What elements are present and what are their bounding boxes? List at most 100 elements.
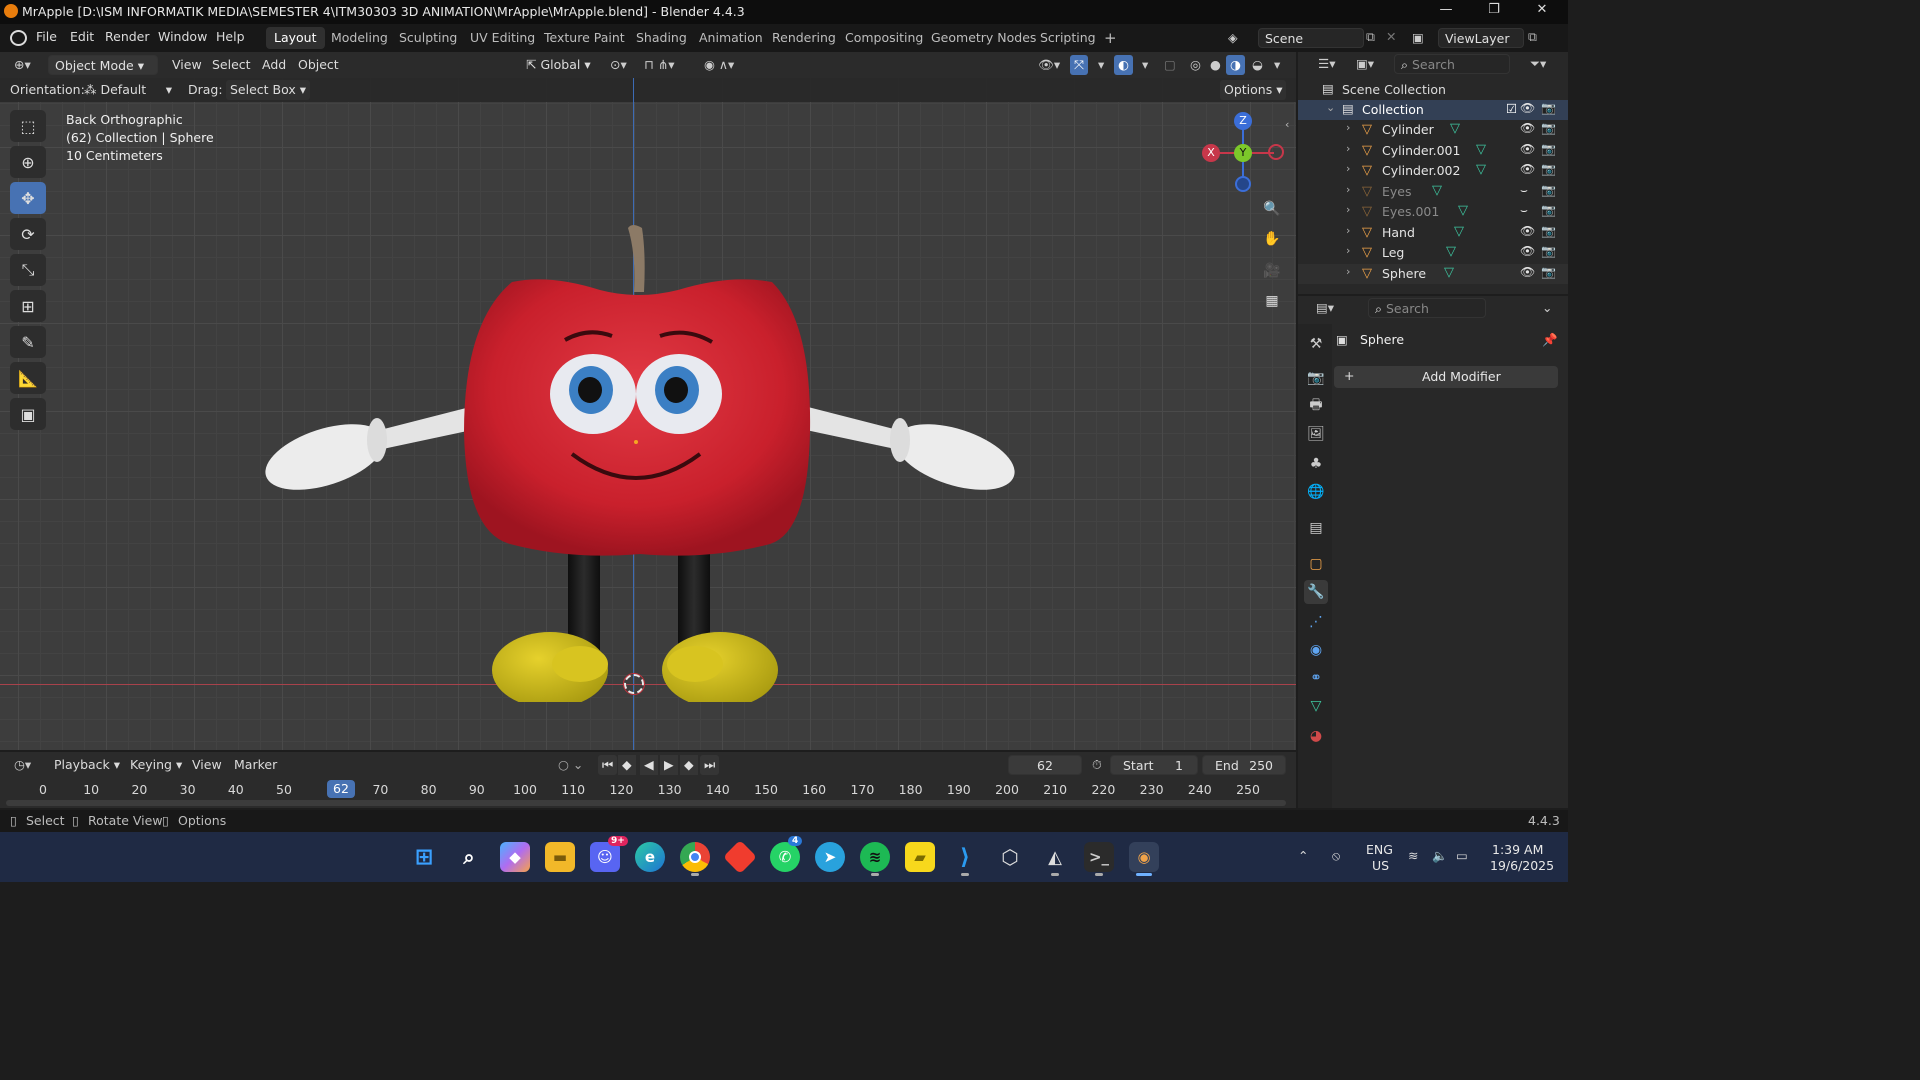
mesh-data-icon[interactable]: ▽: [1458, 203, 1468, 218]
object-mode-dropdown[interactable]: Object Mode ▾: [48, 55, 158, 75]
marker-menu[interactable]: Marker: [230, 755, 281, 775]
expand-arrow-icon[interactable]: ›: [1346, 121, 1350, 134]
pivot-point-icon[interactable]: ⊙▾: [606, 55, 631, 75]
options-dropdown[interactable]: Options ▾: [1220, 80, 1286, 100]
tab-sculpting[interactable]: Sculpting: [391, 27, 465, 49]
eye-closed-icon[interactable]: ⌣: [1520, 203, 1528, 218]
outliner-item-eyes[interactable]: › ▽ Eyes ▽ ⌣ 📷: [1298, 182, 1568, 202]
annotate-tool[interactable]: ✎: [10, 326, 46, 358]
minimize-button[interactable]: —: [1426, 2, 1466, 22]
file-explorer-icon[interactable]: ▬: [545, 842, 575, 872]
terminal-icon[interactable]: >_: [1084, 842, 1114, 876]
location-off-icon[interactable]: ⦸: [1332, 848, 1340, 864]
outliner-item-sphere[interactable]: › ▽ Sphere ▽ 👁 📷: [1298, 263, 1568, 284]
expand-arrow-icon[interactable]: ›: [1346, 183, 1350, 196]
outliner-search-field[interactable]: ⌕ Search: [1394, 54, 1510, 74]
properties-type-icon[interactable]: ▤▾: [1316, 300, 1334, 315]
timeline-scrollbar[interactable]: [6, 800, 1286, 806]
blender-taskbar-icon[interactable]: ◉: [1129, 842, 1159, 876]
collapse-arrow-icon[interactable]: ⌄: [1326, 101, 1335, 114]
mesh-data-icon[interactable]: ▽: [1432, 183, 1442, 198]
menu-help[interactable]: Help: [216, 29, 245, 44]
snap-icon[interactable]: ⊓ ⋔▾: [640, 55, 678, 75]
physics-tab-icon[interactable]: ◉: [1304, 638, 1328, 662]
pan-hand-icon[interactable]: ✋: [1259, 226, 1285, 252]
sticky-notes-icon[interactable]: ▰: [905, 842, 935, 872]
render-tab-icon[interactable]: 📷: [1304, 366, 1328, 390]
expand-arrow-icon[interactable]: ›: [1346, 224, 1350, 237]
expand-arrow-icon[interactable]: ›: [1346, 203, 1350, 216]
outliner-item-cylinder[interactable]: › ▽ Cylinder ▽ 👁 📷: [1298, 120, 1568, 140]
data-tab-icon[interactable]: ▽: [1304, 694, 1328, 718]
ortho-grid-icon[interactable]: ▦: [1259, 288, 1285, 314]
playhead[interactable]: 62: [327, 780, 355, 798]
mesh-data-icon[interactable]: ▽: [1444, 265, 1454, 280]
eye-icon[interactable]: 👁: [1520, 142, 1535, 156]
move-tool[interactable]: ✥: [10, 182, 46, 214]
camera-icon[interactable]: 📷: [1541, 203, 1556, 217]
scene-selector[interactable]: Scene: [1258, 28, 1364, 48]
eye-closed-icon[interactable]: ⌣: [1520, 183, 1528, 198]
current-frame-field[interactable]: 62: [1008, 755, 1082, 775]
gizmo-dropdown-icon[interactable]: ▾: [1094, 55, 1108, 75]
view-menu[interactable]: View: [168, 55, 206, 75]
tab-animation[interactable]: Animation: [691, 27, 771, 49]
whatsapp-icon[interactable]: ✆ 4: [770, 836, 803, 872]
tab-modeling[interactable]: Modeling: [323, 27, 396, 49]
expand-arrow-icon[interactable]: ›: [1346, 162, 1350, 175]
mr-apple-model[interactable]: [250, 162, 1030, 702]
properties-search-field[interactable]: ⌕ Search: [1368, 298, 1486, 318]
show-hidden-icons-icon[interactable]: ⌃: [1298, 848, 1308, 863]
auto-key-icon[interactable]: ○ ⌄: [554, 755, 587, 775]
collection-tab-icon[interactable]: ▤: [1304, 516, 1328, 540]
outliner-scene-collection[interactable]: ▤ Scene Collection: [1298, 80, 1568, 100]
menu-edit[interactable]: Edit: [70, 29, 94, 44]
outliner-item-eyes-001[interactable]: › ▽ Eyes.001 ▽ ⌣ 📷: [1298, 202, 1568, 222]
cursor-tool[interactable]: ⊕: [10, 146, 46, 178]
eye-icon[interactable]: 👁: [1520, 224, 1535, 238]
jump-end-icon[interactable]: ⏭: [700, 755, 720, 775]
world-tab-icon[interactable]: 🌐: [1304, 480, 1328, 504]
properties-options-icon[interactable]: ⌄: [1542, 300, 1552, 315]
mesh-data-icon[interactable]: ▽: [1454, 224, 1464, 239]
camera-icon[interactable]: 📷: [1541, 142, 1556, 156]
add-menu[interactable]: Add: [258, 55, 290, 75]
clock-date[interactable]: 19/6/2025: [1490, 858, 1554, 873]
view-layer-selector[interactable]: ViewLayer: [1438, 28, 1524, 48]
measure-tool[interactable]: 📐: [10, 362, 46, 394]
object-tab-icon[interactable]: ▢: [1304, 552, 1328, 576]
battery-icon[interactable]: ▭: [1456, 848, 1468, 863]
output-tab-icon[interactable]: 🖶: [1304, 394, 1328, 418]
tab-compositing[interactable]: Compositing: [837, 27, 931, 49]
view-layer-tab-icon[interactable]: 🖼: [1304, 422, 1328, 446]
camera-icon[interactable]: 📷: [1541, 224, 1556, 238]
tab-texture-paint[interactable]: Texture Paint: [536, 27, 633, 49]
wireframe-shading-icon[interactable]: ◎: [1186, 55, 1205, 75]
spotify-icon[interactable]: ≋: [860, 842, 890, 876]
anydesk-icon[interactable]: [723, 840, 757, 874]
gizmo-neg-z-axis[interactable]: [1235, 176, 1251, 192]
mesh-data-icon[interactable]: ▽: [1476, 162, 1486, 177]
pin-icon[interactable]: 📌: [1542, 332, 1558, 348]
timeline-view-menu[interactable]: View: [188, 755, 226, 775]
camera-icon[interactable]: 📷: [1541, 265, 1556, 279]
eye-icon[interactable]: 👁: [1520, 265, 1535, 279]
camera-icon[interactable]: 📷: [1541, 183, 1556, 197]
next-keyframe-icon[interactable]: ◆: [680, 755, 698, 775]
object-menu[interactable]: Object: [294, 55, 343, 75]
select-box-tool[interactable]: ⬚: [10, 110, 46, 142]
view-layer-icon[interactable]: ▣: [1412, 30, 1424, 45]
prev-keyframe-icon[interactable]: ◆: [618, 755, 636, 775]
clock-time[interactable]: 1:39 AM: [1492, 842, 1543, 857]
camera-icon[interactable]: 📷: [1541, 121, 1556, 135]
tab-geometry-nodes[interactable]: Geometry Nodes: [923, 27, 1044, 49]
select-menu[interactable]: Select: [208, 55, 255, 75]
add-modifier-button[interactable]: + Add Modifier: [1334, 366, 1558, 388]
camera-icon[interactable]: 📷: [1541, 162, 1556, 176]
outliner-item-hand[interactable]: › ▽ Hand ▽ 👁 📷: [1298, 223, 1568, 243]
mesh-data-icon[interactable]: ▽: [1450, 121, 1460, 136]
discord-icon[interactable]: ☺ 9+: [590, 836, 628, 872]
mesh-data-icon[interactable]: ▽: [1446, 244, 1456, 259]
3d-cursor[interactable]: [623, 673, 645, 695]
timeline-editor-icon[interactable]: ◷▾: [10, 755, 35, 775]
